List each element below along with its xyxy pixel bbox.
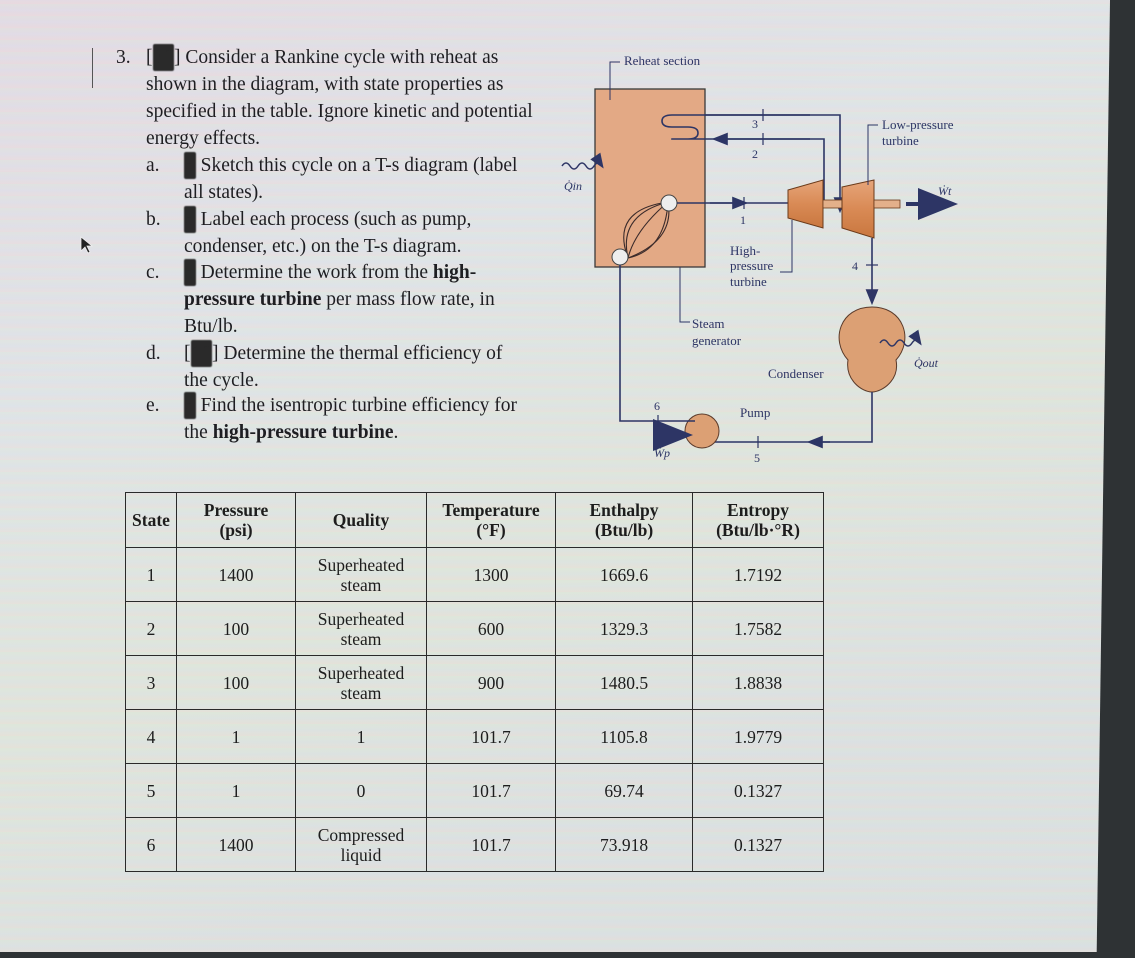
state-4-label: 4 [852, 259, 858, 273]
q-in-label: Q̇in [564, 179, 582, 193]
cell-entropy: 1.7582 [692, 601, 824, 656]
cell-state: 6 [125, 817, 177, 872]
state-2-label: 2 [752, 147, 758, 161]
cell-pressure: 100 [176, 601, 296, 656]
cell-temperature: 1300 [426, 547, 556, 602]
photographed-screen: 3. [30] Consider a Rankine cycle with re… [0, 0, 1110, 952]
cell-pressure: 1 [176, 709, 296, 764]
cell-enthalpy: 1329.3 [555, 601, 693, 656]
state-3-label: 3 [752, 117, 758, 131]
cell-temperature: 101.7 [426, 817, 556, 872]
cell-enthalpy: 73.918 [555, 817, 693, 872]
state-5-label: 5 [754, 451, 760, 465]
cell-entropy: 1.9779 [692, 709, 824, 764]
hp-turbine [787, 179, 824, 229]
lp-turbine [841, 179, 875, 239]
hp-turbine-label-1: High- [730, 243, 760, 258]
cell-quality: 1 [295, 709, 427, 764]
pump [684, 413, 720, 449]
redacted-points: 5 [184, 392, 196, 419]
cell-quality: 0 [295, 763, 427, 818]
lp-turbine-label-2: turbine [882, 133, 919, 148]
part-text: 5 Determine the work from the high-press… [184, 259, 524, 340]
table-row: 3 100 Superheated steam 900 1480.5 1.8838 [125, 655, 824, 710]
question-intro: [30] Consider a Rankine cycle with rehea… [146, 44, 536, 152]
header-entropy: Entropy (Btu/lb·°R) [692, 492, 824, 548]
cell-temperature: 900 [426, 655, 556, 710]
part-text: [10] Determine the thermal efficiency of… [184, 340, 524, 394]
w-p-label: Ẇp [654, 445, 670, 460]
pump-label: Pump [740, 405, 770, 420]
cell-pressure: 1400 [176, 817, 296, 872]
table-row: 4 1 1 101.7 1105.8 1.9779 [125, 709, 824, 764]
part-text: 5 Find the isentropic turbine efficiency… [184, 392, 524, 446]
question-number: 3. [116, 47, 131, 68]
part-text: 5 Sketch this cycle on a T-s diagram (la… [184, 152, 524, 206]
redacted-points: 5 [184, 152, 196, 179]
header-pressure: Pressure (psi) [176, 492, 296, 548]
state-properties-table: State Pressure (psi) Quality Temperature(… [125, 492, 824, 872]
hp-turbine-label-3: turbine [730, 274, 767, 289]
cell-enthalpy: 1669.6 [555, 547, 693, 602]
cell-state: 1 [125, 547, 177, 602]
part-letter: d. [146, 343, 161, 364]
redacted-points: 5 [184, 206, 196, 233]
cell-quality: Compressed liquid [295, 817, 427, 872]
cell-entropy: 1.7192 [692, 547, 824, 602]
cell-state: 3 [125, 655, 177, 710]
header-state: State [125, 492, 177, 548]
header-quality: Quality [295, 492, 427, 548]
part-letter: a. [146, 155, 160, 176]
steam-generator-label-1: Steam [692, 316, 725, 331]
table-row: 5 1 0 101.7 69.74 0.1327 [125, 763, 824, 818]
condenser-label: Condenser [768, 366, 824, 381]
cell-entropy: 1.8838 [692, 655, 824, 710]
margin-bar [92, 48, 93, 88]
table-row: 2 100 Superheated steam 600 1329.3 1.7582 [125, 601, 824, 656]
cell-temperature: 600 [426, 601, 556, 656]
header-temperature: Temperature (°F) [426, 492, 556, 548]
redacted-points: 10 [190, 340, 212, 367]
steam-generator-label-2: generator [692, 333, 742, 348]
q-out-label: Q̇out [914, 356, 939, 370]
part-letter: b. [146, 209, 161, 230]
table-row: 1 1400 Superheated steam 1300 1669.6 1.71… [125, 547, 824, 602]
reheat-section-label: Reheat section [624, 53, 701, 68]
header-enthalpy: Enthalpy (Btu/lb) [555, 492, 693, 548]
intro-text: Consider a Rankine cycle with reheat as … [146, 47, 533, 149]
mouse-cursor-icon [80, 236, 94, 254]
redacted-points: 30 [152, 44, 174, 71]
cell-pressure: 1400 [176, 547, 296, 602]
cell-quality: Superheated steam [295, 547, 427, 602]
w-t-label: Ẇt [938, 183, 952, 198]
cell-pressure: 100 [176, 655, 296, 710]
condenser [838, 306, 906, 393]
cell-enthalpy: 1105.8 [555, 709, 693, 764]
state-6-label: 6 [654, 399, 660, 413]
part-letter: c. [146, 262, 160, 283]
cell-quality: Superheated steam [295, 655, 427, 710]
cell-state: 2 [125, 601, 177, 656]
lp-turbine-label-1: Low-pressure [882, 117, 954, 132]
table-row: 6 1400 Compressed liquid 101.7 73.918 0.1… [125, 817, 824, 872]
table-header-row: State Pressure (psi) Quality Temperature(… [125, 492, 824, 548]
part-letter: e. [146, 395, 160, 416]
cell-state: 4 [125, 709, 177, 764]
cell-pressure: 1 [176, 763, 296, 818]
cell-state: 5 [125, 763, 177, 818]
cell-entropy: 0.1327 [692, 817, 824, 872]
cell-temperature: 101.7 [426, 763, 556, 818]
rankine-reheat-diagram: Reheat section 3 2 Q̇in 1 Ẇt High- press… [540, 40, 980, 480]
cell-temperature: 101.7 [426, 709, 556, 764]
cell-entropy: 0.1327 [692, 763, 824, 818]
cell-quality: Superheated steam [295, 601, 427, 656]
part-text: 5 Label each process (such as pump, cond… [184, 206, 524, 260]
hp-turbine-label-2: pressure [730, 258, 774, 273]
cell-enthalpy: 69.74 [555, 763, 693, 818]
cell-enthalpy: 1480.5 [555, 655, 693, 710]
redacted-points: 5 [184, 259, 196, 286]
state-1-label: 1 [740, 213, 746, 227]
